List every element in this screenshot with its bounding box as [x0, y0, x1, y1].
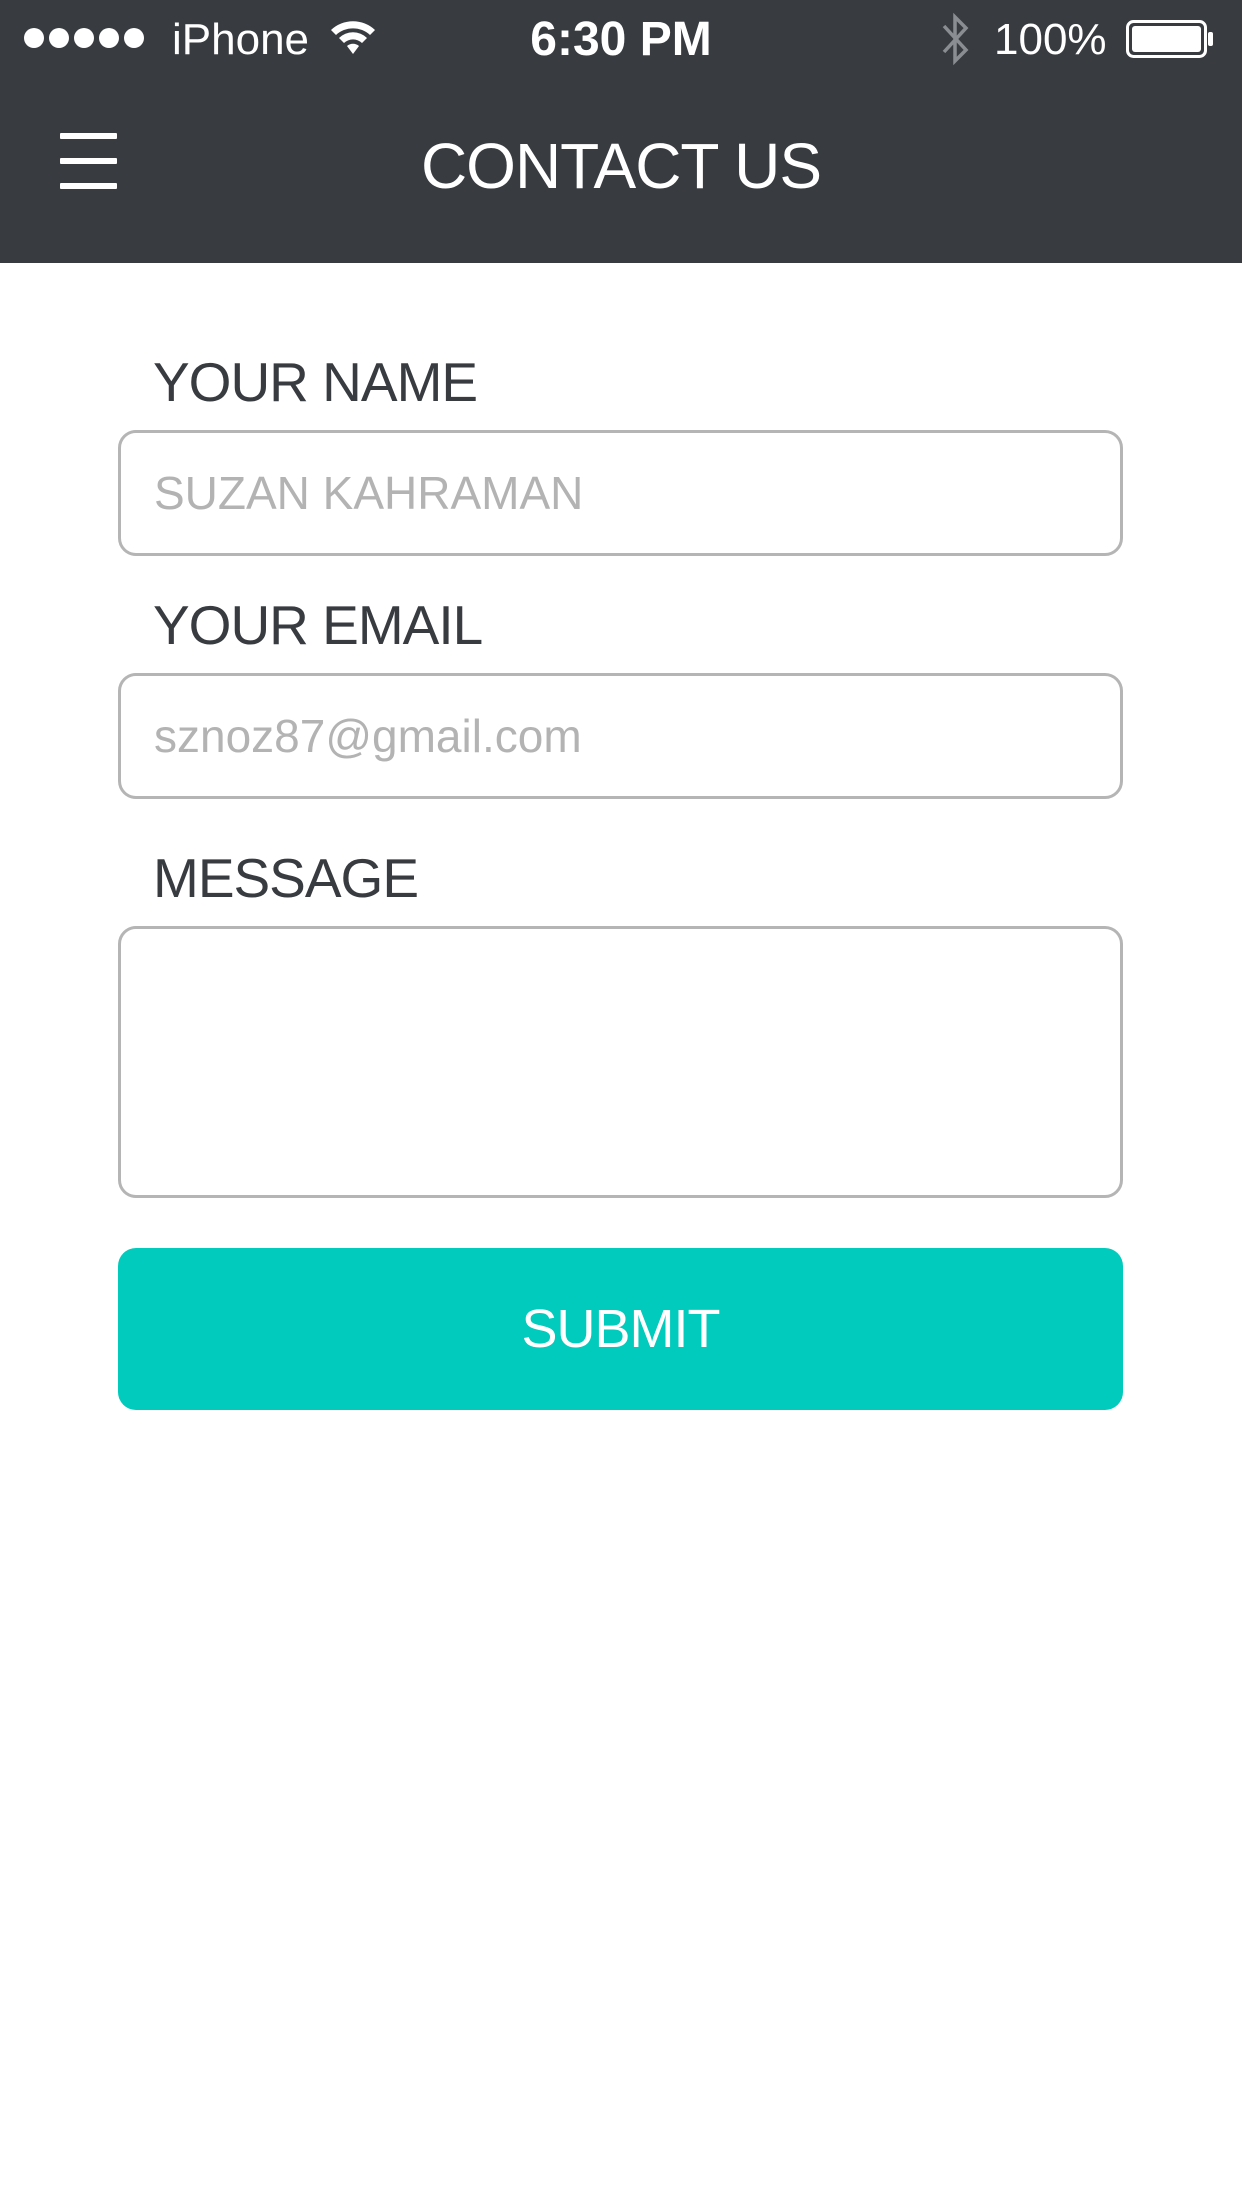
battery-icon — [1126, 20, 1213, 58]
submit-button[interactable]: SUBMIT — [118, 1248, 1123, 1410]
navigation-bar: CONTACT US — [0, 80, 1242, 263]
message-label: MESSAGE — [153, 847, 419, 909]
page-title: CONTACT US — [420, 130, 822, 202]
name-input[interactable] — [118, 430, 1123, 556]
message-textarea[interactable] — [118, 926, 1123, 1198]
battery-percent: 100% — [994, 15, 1107, 64]
name-label: YOUR NAME — [153, 351, 478, 413]
app-header: iPhone 6:30 PM 100% CONTACT US — [0, 0, 1242, 263]
email-input[interactable] — [118, 673, 1123, 799]
status-bar: iPhone 6:30 PM 100% — [0, 0, 1242, 80]
bluetooth-icon — [942, 12, 969, 66]
email-label: YOUR EMAIL — [153, 594, 483, 656]
